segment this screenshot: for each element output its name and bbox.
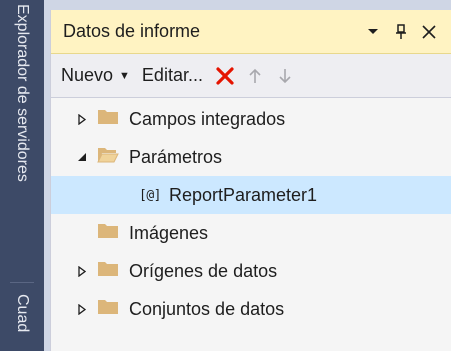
side-tab-bar: Explorador de servidores Cuad bbox=[0, 0, 44, 351]
new-button-label: Nuevo bbox=[61, 65, 114, 85]
close-icon[interactable] bbox=[418, 21, 440, 43]
move-down-icon bbox=[279, 68, 291, 83]
tree-item-images[interactable]: Imágenes bbox=[51, 214, 451, 252]
report-data-tree: Campos integrados Parámetros [@] ReportP… bbox=[51, 98, 451, 351]
window-title: Datos de informe bbox=[63, 21, 201, 41]
tree-item-parameters[interactable]: Parámetros bbox=[51, 138, 451, 176]
expand-arrow-icon[interactable] bbox=[75, 264, 89, 278]
parameter-icon: [@] bbox=[139, 187, 161, 203]
expand-arrow-icon[interactable] bbox=[75, 302, 89, 316]
tree-item-built-in-fields[interactable]: Campos integrados bbox=[51, 100, 451, 138]
tree-item-label: Campos integrados bbox=[129, 108, 286, 129]
tab-server-explorer[interactable]: Explorador de servidores bbox=[0, 0, 44, 280]
report-data-window: Datos de informe Nuevo ▼ Editar... Campo… bbox=[50, 10, 451, 351]
folder-icon bbox=[97, 222, 119, 244]
tab-server-explorer-label: Explorador de servidores bbox=[14, 4, 31, 182]
edit-button-label: Editar... bbox=[141, 65, 203, 85]
tree-item-label: ReportParameter1 bbox=[168, 184, 318, 205]
dropdown-arrow-icon[interactable] bbox=[362, 21, 384, 43]
folder-icon bbox=[97, 108, 119, 130]
tree-item-label: Imágenes bbox=[129, 222, 209, 243]
pin-icon[interactable] bbox=[390, 21, 412, 43]
tree-item-data-sources[interactable]: Orígenes de datos bbox=[51, 252, 451, 290]
tree-item-label: Parámetros bbox=[129, 146, 223, 167]
delete-x-icon bbox=[216, 66, 234, 85]
move-up-button[interactable] bbox=[241, 62, 269, 90]
folder-icon bbox=[97, 260, 119, 282]
tree-item-label: Orígenes de datos bbox=[129, 260, 278, 281]
folder-icon bbox=[97, 298, 119, 320]
move-up-icon bbox=[249, 68, 261, 83]
expand-arrow-icon[interactable] bbox=[75, 112, 89, 126]
tab-toolbox-label: Cuad bbox=[14, 294, 31, 333]
new-button[interactable]: Nuevo ▼ bbox=[61, 65, 134, 86]
tab-toolbox[interactable]: Cuad bbox=[0, 290, 44, 351]
chevron-down-icon: ▼ bbox=[119, 69, 130, 82]
tree-item-datasets[interactable]: Conjuntos de datos bbox=[51, 290, 451, 328]
collapse-arrow-icon[interactable] bbox=[75, 150, 89, 164]
open-folder-icon bbox=[97, 146, 119, 168]
edit-button[interactable]: Editar... bbox=[142, 65, 203, 86]
move-down-button[interactable] bbox=[271, 62, 299, 90]
window-titlebar: Datos de informe bbox=[51, 10, 451, 54]
tree-item-report-parameter[interactable]: [@] ReportParameter1 bbox=[51, 176, 451, 214]
tree-item-label: Conjuntos de datos bbox=[129, 298, 285, 319]
delete-button[interactable] bbox=[211, 62, 239, 90]
tab-separator bbox=[10, 282, 34, 283]
report-data-toolbar: Nuevo ▼ Editar... bbox=[51, 54, 451, 98]
